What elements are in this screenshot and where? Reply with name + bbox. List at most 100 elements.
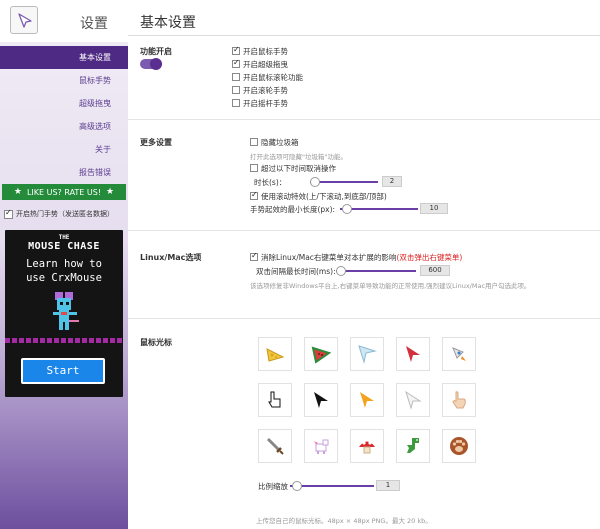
scale-value[interactable]: 1 — [376, 480, 400, 491]
cursor-option-cheese[interactable] — [258, 337, 292, 371]
cursor-option-dinosaur[interactable] — [396, 429, 430, 463]
rate-us-button[interactable]: ★ LIKE US? RATE US! ★ — [2, 184, 126, 200]
cursor-option-orange-arrow[interactable] — [350, 383, 384, 417]
hide-trash-hint: 打开此选项可隐藏"垃圾箱"功能。 — [250, 153, 347, 161]
paw-cursor-icon — [450, 437, 468, 455]
cursor-option-hand[interactable] — [442, 383, 476, 417]
page-title: 基本设置 — [140, 15, 196, 31]
option-label: 开启鼠标滚轮功能 — [243, 72, 303, 82]
features-toggle[interactable] — [140, 58, 162, 70]
nav-item-super-drag[interactable]: 超级拖曳 — [0, 92, 128, 115]
promo-line-1: Learn how to — [26, 258, 102, 270]
option-rocker-gesture[interactable]: 开启摇杆手势 — [232, 98, 288, 108]
pixel-mouse-icon — [53, 292, 79, 330]
option-scroll-effect[interactable]: 使用滚动特效(上/下滚动,到底部/顶部) — [250, 190, 387, 201]
cursor-option-red-arrow[interactable] — [396, 337, 430, 371]
hot-gesture-label: 开启热门手势（发送匿名数据） — [16, 210, 114, 218]
option-wheel-gesture[interactable]: 开启滚轮手势 — [232, 85, 288, 95]
red-arrow-cursor-icon — [406, 346, 420, 362]
cursor-option-black-arrow[interactable] — [304, 383, 338, 417]
option-label: 开启超级拖曳 — [243, 59, 288, 69]
interval-value[interactable]: 600 — [420, 265, 450, 276]
interval-label: 双击间隔最长时间(ms): — [256, 267, 336, 276]
option-linux-fix[interactable]: 消除Linux/Mac右键菜单对本扩展的影响(双击弹出右键菜单) — [250, 251, 462, 262]
brand-header: 设置 — [0, 0, 128, 42]
min-length-value[interactable]: 10 — [420, 203, 448, 214]
toggle-knob[interactable] — [150, 58, 162, 70]
slider-thumb[interactable] — [336, 266, 346, 276]
option-wheel[interactable]: 开启鼠标滚轮功能 — [232, 72, 303, 82]
cursor-option-mushroom[interactable] — [350, 429, 384, 463]
star-icon: ★ — [13, 187, 22, 197]
title-divider — [128, 35, 600, 36]
cursor-option-white-arrow[interactable] — [396, 383, 430, 417]
min-length-slider[interactable] — [340, 203, 418, 215]
cursor-option-pixel-hand[interactable] — [258, 383, 292, 417]
hot-gesture-option[interactable]: 开启热门手势（发送匿名数据） — [4, 207, 126, 221]
sidebar-nav: 基本设置 鼠标手势 超级拖曳 高级选项 关于 报告错误 — [0, 46, 128, 184]
cursor-option-paw[interactable] — [442, 429, 476, 463]
scale-label: 比例缩放 — [258, 482, 288, 491]
cursor-option-watermelon[interactable] — [304, 337, 338, 371]
unicorn-cursor-icon — [314, 439, 329, 454]
option-super-drag[interactable]: 开启超级拖曳 — [232, 58, 288, 69]
main-panel: 基本设置 功能开启 开启鼠标手势 开启超级拖曳 开启鼠标滚轮功能 开启滚轮手势 … — [128, 0, 600, 529]
scroll-effect-checkbox[interactable] — [250, 190, 258, 200]
option-hide-trash[interactable]: 隐藏垃圾箱 — [250, 137, 299, 147]
hot-gesture-checkbox[interactable] — [4, 208, 13, 219]
mouse-chase-promo[interactable]: THE MOUSE CHASE Learn how to use CrxMous… — [5, 230, 123, 397]
cursor-option-unicorn[interactable] — [304, 429, 338, 463]
nav-item-basic[interactable]: 基本设置 — [0, 46, 128, 69]
option-mouse-gesture[interactable]: 开启鼠标手势 — [232, 45, 288, 56]
promo-the: THE — [58, 234, 70, 241]
black-arrow-cursor-icon — [314, 392, 328, 408]
pixel-hand-cursor-icon — [268, 391, 281, 408]
cursor-option-rocket[interactable] — [442, 337, 476, 371]
slider-track — [310, 181, 378, 183]
linux-fix-label: 消除Linux/Mac右键菜单对本扩展的影响 — [261, 252, 397, 262]
slider-thumb[interactable] — [342, 204, 352, 214]
cursor-option-sword[interactable] — [258, 429, 292, 463]
linux-fix-checkbox[interactable] — [250, 251, 258, 261]
super-drag-checkbox[interactable] — [232, 58, 240, 68]
hand-cursor-icon — [452, 391, 466, 409]
linux-hint: 该选项修复非Windows平台上,右键菜单导致功能的正常使用,强烈建议Linux… — [250, 282, 531, 290]
wheel-gesture-checkbox[interactable] — [232, 86, 240, 94]
cursor-option-paper-plane[interactable] — [350, 337, 384, 371]
paper-plane-cursor-icon — [358, 345, 377, 364]
scroll-effect-label: 使用滚动特效(上/下滚动,到底部/顶部) — [261, 191, 387, 201]
nav-item-report-bug[interactable]: 报告错误 — [0, 161, 128, 184]
duration-slider[interactable] — [310, 176, 378, 188]
white-arrow-cursor-icon — [405, 390, 422, 410]
section-title-more: 更多设置 — [140, 138, 172, 147]
promo-start-button[interactable]: Start — [21, 358, 105, 384]
scale-slider[interactable] — [290, 480, 374, 492]
min-length-label: 手势起效的最小长度(px): — [250, 205, 336, 214]
slider-track — [336, 270, 416, 272]
promo-track — [5, 338, 123, 343]
duration-value[interactable]: 2 — [382, 176, 402, 187]
nav-item-about[interactable]: 关于 — [0, 138, 128, 161]
mouse-gesture-checkbox[interactable] — [232, 45, 240, 55]
option-label: 开启鼠标手势 — [243, 46, 288, 56]
slider-track — [290, 485, 374, 487]
timeout-checkbox[interactable] — [250, 164, 258, 172]
slider-thumb[interactable] — [292, 481, 302, 491]
section-divider — [128, 230, 600, 231]
watermelon-cursor-icon — [311, 346, 332, 364]
nav-item-advanced[interactable]: 高级选项 — [0, 115, 128, 138]
hide-trash-checkbox[interactable] — [250, 138, 258, 146]
interval-slider[interactable] — [336, 265, 416, 277]
app-logo — [10, 6, 38, 34]
cheese-cursor-icon — [266, 348, 285, 362]
option-timeout[interactable]: 超过以下时间取消操作 — [250, 163, 336, 173]
wheel-checkbox[interactable] — [232, 73, 240, 81]
star-icon: ★ — [106, 187, 115, 197]
slider-thumb[interactable] — [310, 177, 320, 187]
rocker-gesture-checkbox[interactable] — [232, 99, 240, 107]
nav-item-mouse-gesture[interactable]: 鼠标手势 — [0, 69, 128, 92]
section-title-linux: Linux/Mac选项 — [140, 253, 202, 262]
sidebar: 设置 基本设置 鼠标手势 超级拖曳 高级选项 关于 报告错误 ★ LIKE US… — [0, 0, 128, 529]
upload-hint: 上传您自己的鼠标光标。48px × 48px PNG。最大 20 kb。 — [256, 517, 432, 525]
orange-arrow-cursor-icon — [360, 392, 374, 408]
